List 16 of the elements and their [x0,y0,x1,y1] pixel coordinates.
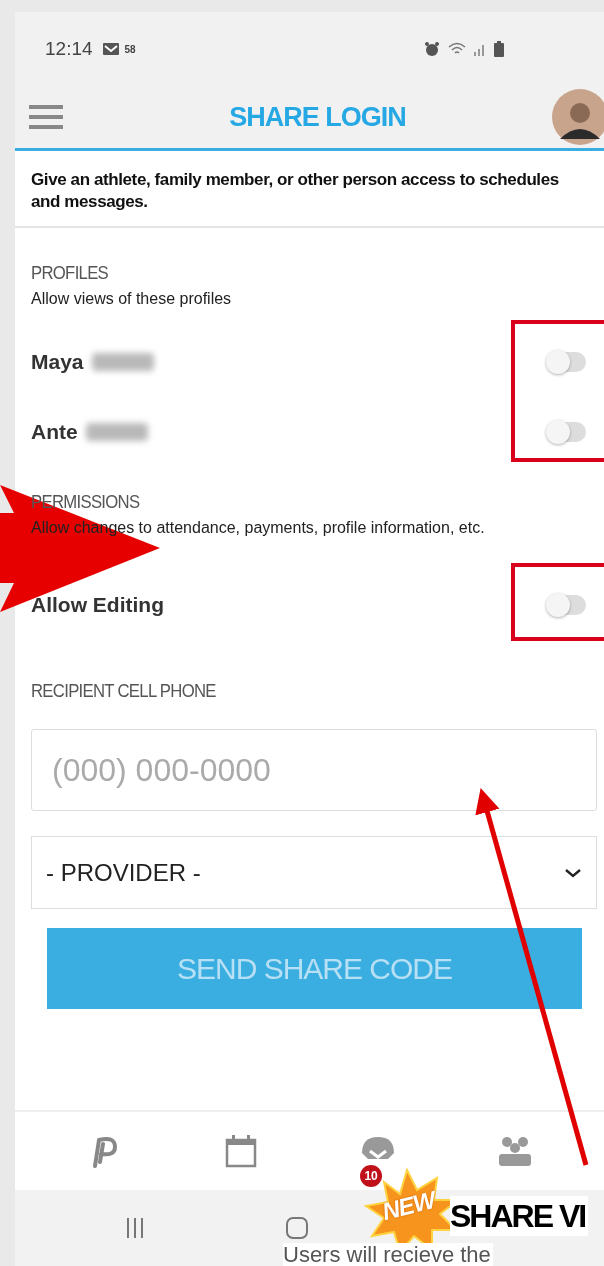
provider-dropdown[interactable]: - PROVIDER - [31,836,597,909]
headline: SHARE VI [450,1196,589,1236]
new-label: NEW [379,1186,438,1226]
toggle-label: Maya [31,350,84,374]
status-time: 12:14 [45,38,93,60]
phone-input-field[interactable]: (000) 000-0000 [31,729,597,811]
intro-text: Give an athlete, family member, or other person access to schedules and messages. [15,151,604,228]
field-label: RECIPIENT CELL PHONE [31,680,216,702]
section-heading: PROFILES [31,262,109,284]
notification-badge: 10 [360,1165,383,1187]
caption: Users will recieve the [283,1243,493,1266]
notification-count: 58 [124,43,136,55]
toggle-label: Ante [31,420,78,444]
toggle-label: Allow Editing [31,593,164,617]
screen-title: SHARE LOGIN [228,101,407,133]
section-subtitle: Allow views of these profiles [31,290,233,308]
